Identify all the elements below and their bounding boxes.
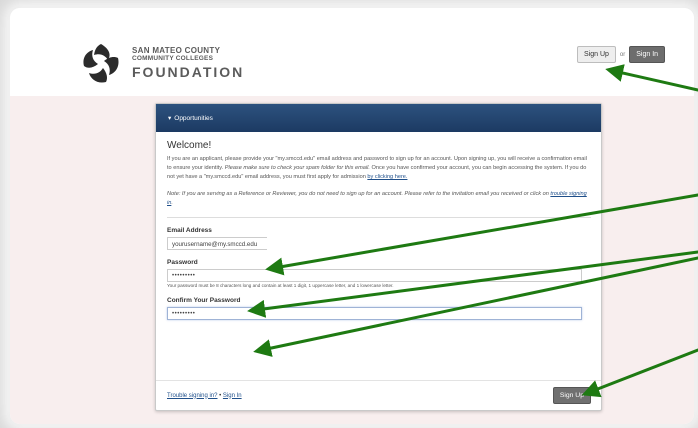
logo-text: SAN MATEO COUNTY COMMUNITY COLLEGES FOUN… [132, 47, 244, 79]
logo-emblem-icon [83, 44, 119, 83]
header-signin-button[interactable]: Sign In [629, 46, 666, 63]
trouble-signing-in-link[interactable]: Trouble signing in? [167, 393, 217, 399]
signup-submit-button[interactable]: Sign Up [552, 387, 591, 404]
email-label: Email Address [167, 227, 212, 234]
intro-text-spam: Please make sure to check your spam fold… [224, 165, 370, 171]
footer-signin-link[interactable]: Sign In [223, 393, 242, 399]
note-paragraph: Note: If you are serving as a Reference … [167, 190, 591, 208]
divider [167, 217, 591, 218]
logo-line-2: COMMUNITY COLLEGES [132, 55, 214, 63]
confirm-password-label: Confirm Your Password [167, 297, 241, 304]
note-text-a: Note: If you are serving as a Reference … [167, 191, 551, 197]
panel-footer: Trouble signing in? • Sign In Sign Up [156, 380, 601, 410]
caret-down-icon: ▾ [168, 115, 172, 122]
password-hint: Your password must be 8 characters long … [167, 283, 394, 288]
logo-line-1: SAN MATEO COUNTY [132, 46, 221, 56]
email-field[interactable]: yourusername@my.smccd.edu [167, 237, 267, 250]
confirm-password-field[interactable]: ••••••••• [167, 307, 582, 320]
welcome-heading: Welcome! [167, 140, 212, 151]
foundation-logo[interactable]: SAN MATEO COUNTY COMMUNITY COLLEGES FOUN… [78, 40, 244, 86]
or-separator: or [619, 51, 626, 58]
password-label: Password [167, 259, 198, 266]
signup-panel: ▾ Opportunities Welcome! If you are an a… [155, 103, 602, 411]
header-signup-button[interactable]: Sign Up [577, 46, 616, 63]
note-text-b: . [171, 200, 173, 206]
panel-header[interactable]: ▾ Opportunities [156, 104, 601, 132]
panel-body: Welcome! If you are an applicant, please… [156, 132, 601, 320]
footer-links: Trouble signing in? • Sign In [167, 393, 242, 399]
page-frame: SAN MATEO COUNTY COMMUNITY COLLEGES FOUN… [10, 8, 694, 424]
logo-line-3: FOUNDATION [132, 63, 245, 80]
top-auth-buttons: Sign Up or Sign In [577, 46, 666, 63]
password-field[interactable]: ••••••••• [167, 269, 582, 282]
intro-paragraph: If you are an applicant, please provide … [167, 155, 591, 182]
panel-header-label: Opportunities [174, 114, 213, 122]
apply-admission-link[interactable]: by clicking here. [367, 174, 407, 180]
